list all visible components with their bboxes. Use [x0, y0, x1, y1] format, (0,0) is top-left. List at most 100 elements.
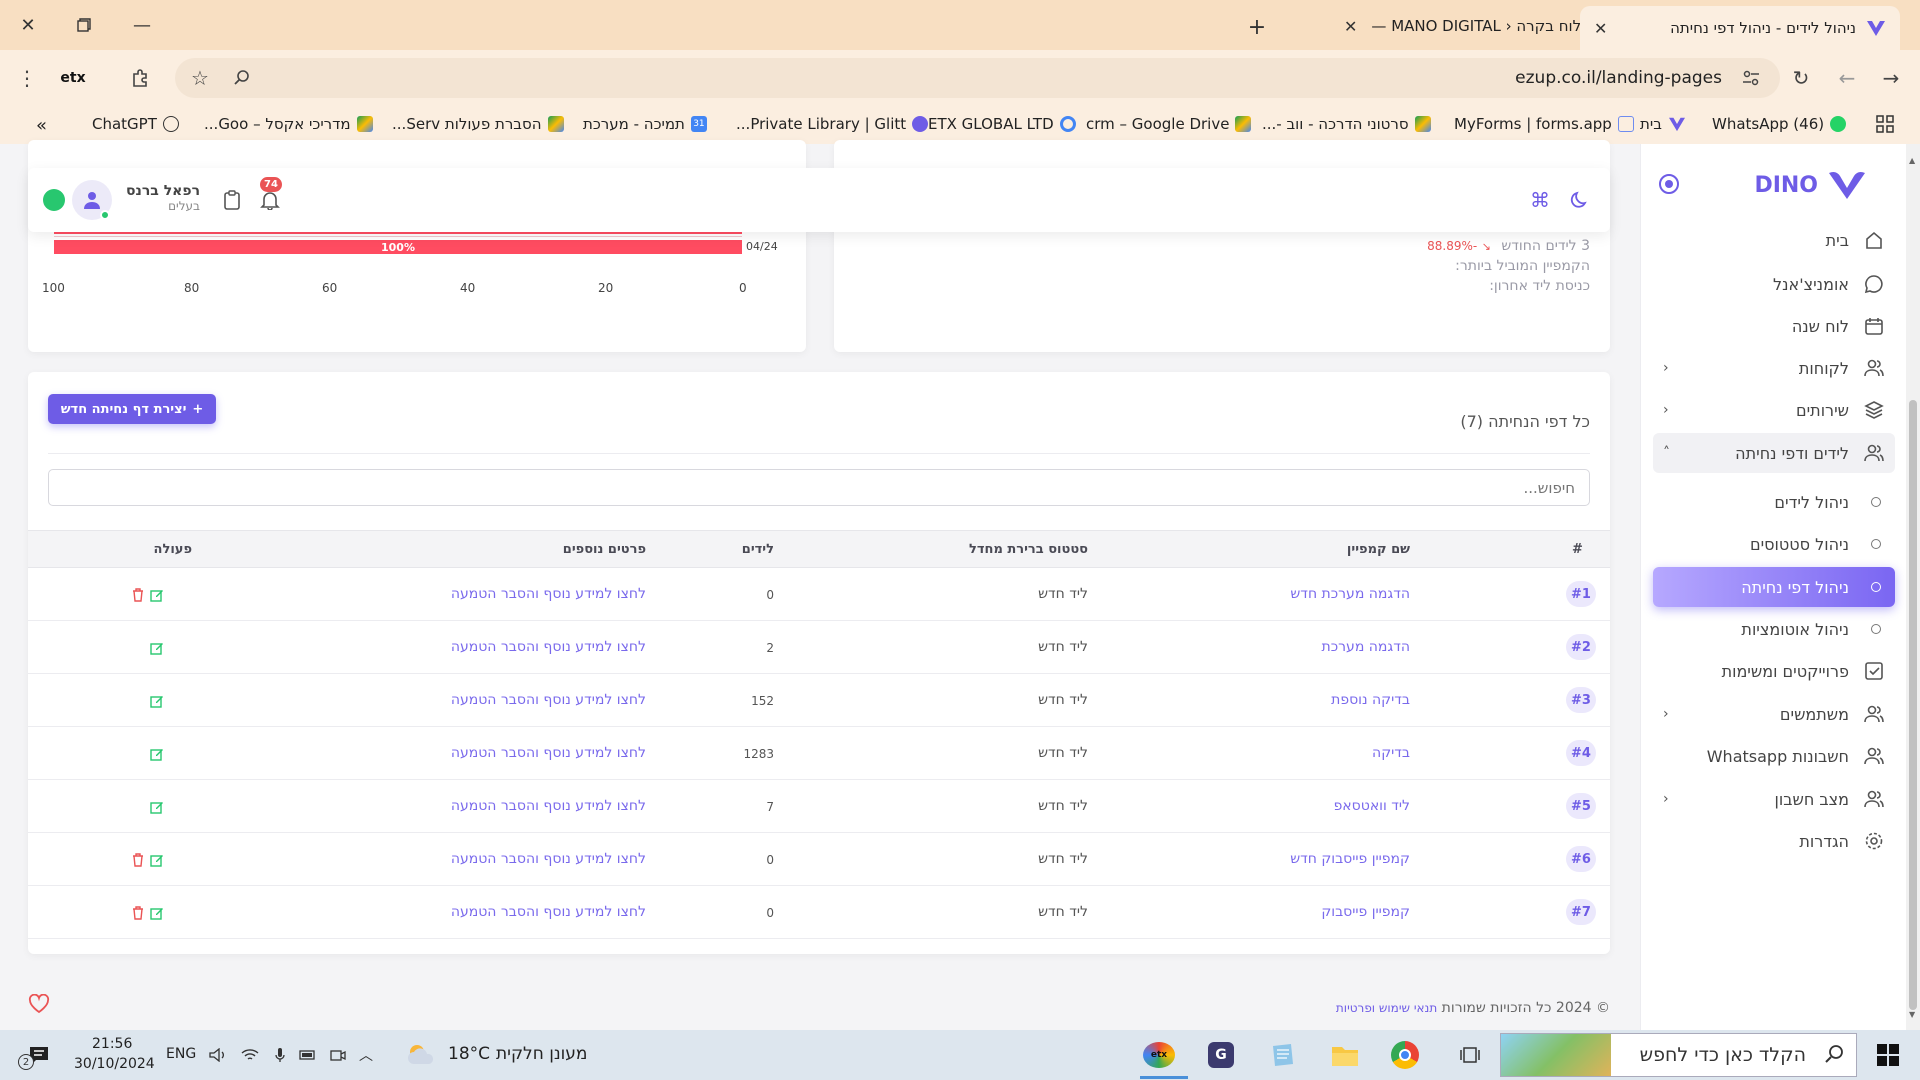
- bookmark-support[interactable]: 31 תמיכה - מערכת: [583, 115, 707, 133]
- notification-center-icon[interactable]: 2: [18, 1040, 54, 1070]
- terms-link[interactable]: תנאי שימוש ופרטיות: [1336, 1001, 1437, 1015]
- campaign-name-link[interactable]: הדגמה מערכת: [1322, 639, 1410, 655]
- bookmark-etx-global[interactable]: ETX GLOBAL LTD: [928, 115, 1076, 133]
- bookmark-excel-guides[interactable]: מדריכי אקסל – Goo...: [204, 115, 373, 133]
- reload-icon[interactable]: ↻: [1786, 63, 1816, 93]
- sidebar-item-2[interactable]: אומניצ'אנל: [1653, 264, 1895, 304]
- language-indicator[interactable]: ENG: [166, 1046, 196, 1062]
- more-info-link[interactable]: לחצו למידע נוסף והסבר הטמעה: [451, 851, 646, 867]
- notepad-app-icon[interactable]: [1266, 1040, 1300, 1070]
- sidebar-item-1[interactable]: בית: [1653, 220, 1895, 260]
- bookmark-star-icon[interactable]: ☆: [185, 63, 215, 93]
- tab-close-icon[interactable]: ✕: [1594, 19, 1607, 38]
- brand-logo[interactable]: DINO: [1754, 170, 1866, 200]
- sidebar-item-13[interactable]: חשבונות Whatsapp: [1653, 736, 1895, 776]
- sidebar-collapse-icon[interactable]: [1659, 174, 1679, 194]
- extensions-puzzle-icon[interactable]: [126, 63, 156, 93]
- bookmarks-overflow-icon[interactable]: »: [36, 115, 47, 136]
- glitter-app-icon[interactable]: G: [1204, 1040, 1238, 1070]
- campaign-name-link[interactable]: בדיקה: [1372, 745, 1410, 761]
- taskbar-search[interactable]: הקלד כאן כדי לחפש: [1500, 1033, 1857, 1077]
- volume-icon[interactable]: [208, 1040, 228, 1070]
- etx-extension-icon[interactable]: etx: [56, 63, 90, 93]
- bookmark-myforms[interactable]: MyForms | forms.app: [1454, 115, 1634, 133]
- sidebar-item-14[interactable]: מצב חשבון ‹: [1653, 779, 1895, 819]
- clock-date[interactable]: 30/10/2024: [74, 1056, 155, 1072]
- campaign-name-link[interactable]: קמפיין פייסבוק: [1321, 904, 1410, 920]
- sidebar-item-15[interactable]: הגדרות: [1653, 821, 1895, 861]
- task-view-icon[interactable]: [1454, 1040, 1486, 1070]
- more-info-link[interactable]: לחצו למידע נוסף והסבר הטמעה: [451, 692, 646, 708]
- omnibox[interactable]: ☆ ezup.co.il/landing-pages: [175, 58, 1780, 98]
- sidebar-item-7[interactable]: ניהול לידים: [1653, 482, 1895, 522]
- search-input[interactable]: [48, 469, 1590, 506]
- bookmark-crm-drive[interactable]: crm – Google Drive: [1086, 115, 1252, 133]
- windows-start-icon[interactable]: [1868, 1040, 1908, 1070]
- trash-icon[interactable]: [132, 588, 146, 602]
- new-tab-icon[interactable]: +: [1242, 12, 1272, 42]
- clock-time[interactable]: 21:56: [92, 1036, 132, 1052]
- site-settings-icon[interactable]: [1736, 63, 1766, 93]
- forward-icon[interactable]: →: [1876, 63, 1906, 93]
- create-landing-page-button[interactable]: + יצירת דף נחיתה חדש: [48, 394, 216, 424]
- sidebar-item-3[interactable]: לוח שנה: [1653, 306, 1895, 346]
- dark-mode-moon-icon[interactable]: [1568, 188, 1592, 212]
- bookmark-whatsapp[interactable]: (46) WhatsApp: [1712, 115, 1847, 133]
- command-icon[interactable]: ⌘: [1528, 188, 1552, 212]
- edit-icon[interactable]: [150, 853, 164, 867]
- meet-now-icon[interactable]: [328, 1040, 348, 1070]
- campaign-name-link[interactable]: קמפיין פייסבוק חדש: [1290, 851, 1410, 867]
- sidebar-item-8[interactable]: ניהול סטטוסים: [1653, 524, 1895, 564]
- edit-icon[interactable]: [150, 747, 164, 761]
- sidebar-item-12[interactable]: משתמשים ‹: [1653, 694, 1895, 734]
- more-info-link[interactable]: לחצו למידע נוסף והסבר הטמעה: [451, 639, 646, 655]
- close-window-icon[interactable]: ✕: [8, 10, 48, 40]
- bookmark-serv[interactable]: הסברת פעולות Serv...: [392, 115, 564, 133]
- show-hidden-icons[interactable]: ︿: [356, 1040, 376, 1070]
- file-explorer-icon[interactable]: [1328, 1040, 1362, 1070]
- scrollbar-thumb[interactable]: [1909, 400, 1917, 1010]
- more-info-link[interactable]: לחצו למידע נוסף והסבר הטמעה: [451, 798, 646, 814]
- battery-icon[interactable]: [298, 1040, 318, 1070]
- bookmark-tutorials[interactable]: סרטוני הדרכה - ווב -...: [1262, 115, 1431, 133]
- clipboard-icon[interactable]: [220, 188, 244, 212]
- back-icon[interactable]: ←: [1832, 63, 1862, 93]
- menu-dots-icon[interactable]: ⋮: [12, 63, 42, 93]
- more-info-link[interactable]: לחצו למידע נוסף והסבר הטמעה: [451, 904, 646, 920]
- sidebar-item-5[interactable]: שירותים ‹: [1653, 390, 1895, 430]
- trash-icon[interactable]: [132, 906, 146, 920]
- sidebar-item-4[interactable]: לקוחות ‹: [1653, 348, 1895, 388]
- chrome-icon[interactable]: [1388, 1040, 1422, 1070]
- edit-icon[interactable]: [150, 588, 164, 602]
- weather-icon[interactable]: [406, 1040, 436, 1070]
- microphone-icon[interactable]: [270, 1040, 290, 1070]
- minimize-window-icon[interactable]: —: [122, 10, 162, 40]
- edit-icon[interactable]: [150, 906, 164, 920]
- edit-icon[interactable]: [150, 694, 164, 708]
- sidebar-item-9[interactable]: ניהול דפי נחיתה: [1653, 567, 1895, 607]
- more-info-link[interactable]: לחצו למידע נוסף והסבר הטמעה: [451, 745, 646, 761]
- campaign-name-link[interactable]: הדגמה מערכת חדש: [1290, 586, 1410, 602]
- sidebar-item-6[interactable]: לידים ודפי נחיתה ˄: [1653, 433, 1895, 473]
- edit-icon[interactable]: [150, 641, 164, 655]
- bookmark-chatgpt[interactable]: ChatGPT: [92, 115, 179, 133]
- bookmark-home[interactable]: בית: [1640, 115, 1686, 133]
- sidebar-item-10[interactable]: ניהול אוטומציות: [1653, 609, 1895, 649]
- bookmark-private-library[interactable]: Private Library | Glitt...: [736, 115, 929, 133]
- notifications-bell-icon[interactable]: 74: [258, 177, 282, 212]
- avatar[interactable]: [72, 180, 112, 220]
- trash-icon[interactable]: [132, 853, 146, 867]
- tab-close-icon[interactable]: ✕: [1344, 17, 1357, 36]
- sidebar-item-11[interactable]: פרוייקטים ומשימות: [1653, 651, 1895, 691]
- restore-window-icon[interactable]: [64, 10, 104, 40]
- apps-grid-icon[interactable]: [1876, 115, 1894, 133]
- edit-icon[interactable]: [150, 800, 164, 814]
- etx-app-icon[interactable]: etx: [1140, 1040, 1178, 1070]
- tab-landing-pages[interactable]: ניהול לידים - ניהול דפי נחיתה ✕: [1580, 6, 1900, 50]
- zoom-search-icon[interactable]: [227, 63, 257, 93]
- more-info-link[interactable]: לחצו למידע נוסף והסבר הטמעה: [451, 586, 646, 602]
- online-status-icon[interactable]: [42, 188, 66, 212]
- campaign-name-link[interactable]: ליד וואטסאפ: [1334, 798, 1410, 814]
- campaign-name-link[interactable]: בדיקה נוספת: [1331, 692, 1410, 708]
- wifi-icon[interactable]: [240, 1040, 260, 1070]
